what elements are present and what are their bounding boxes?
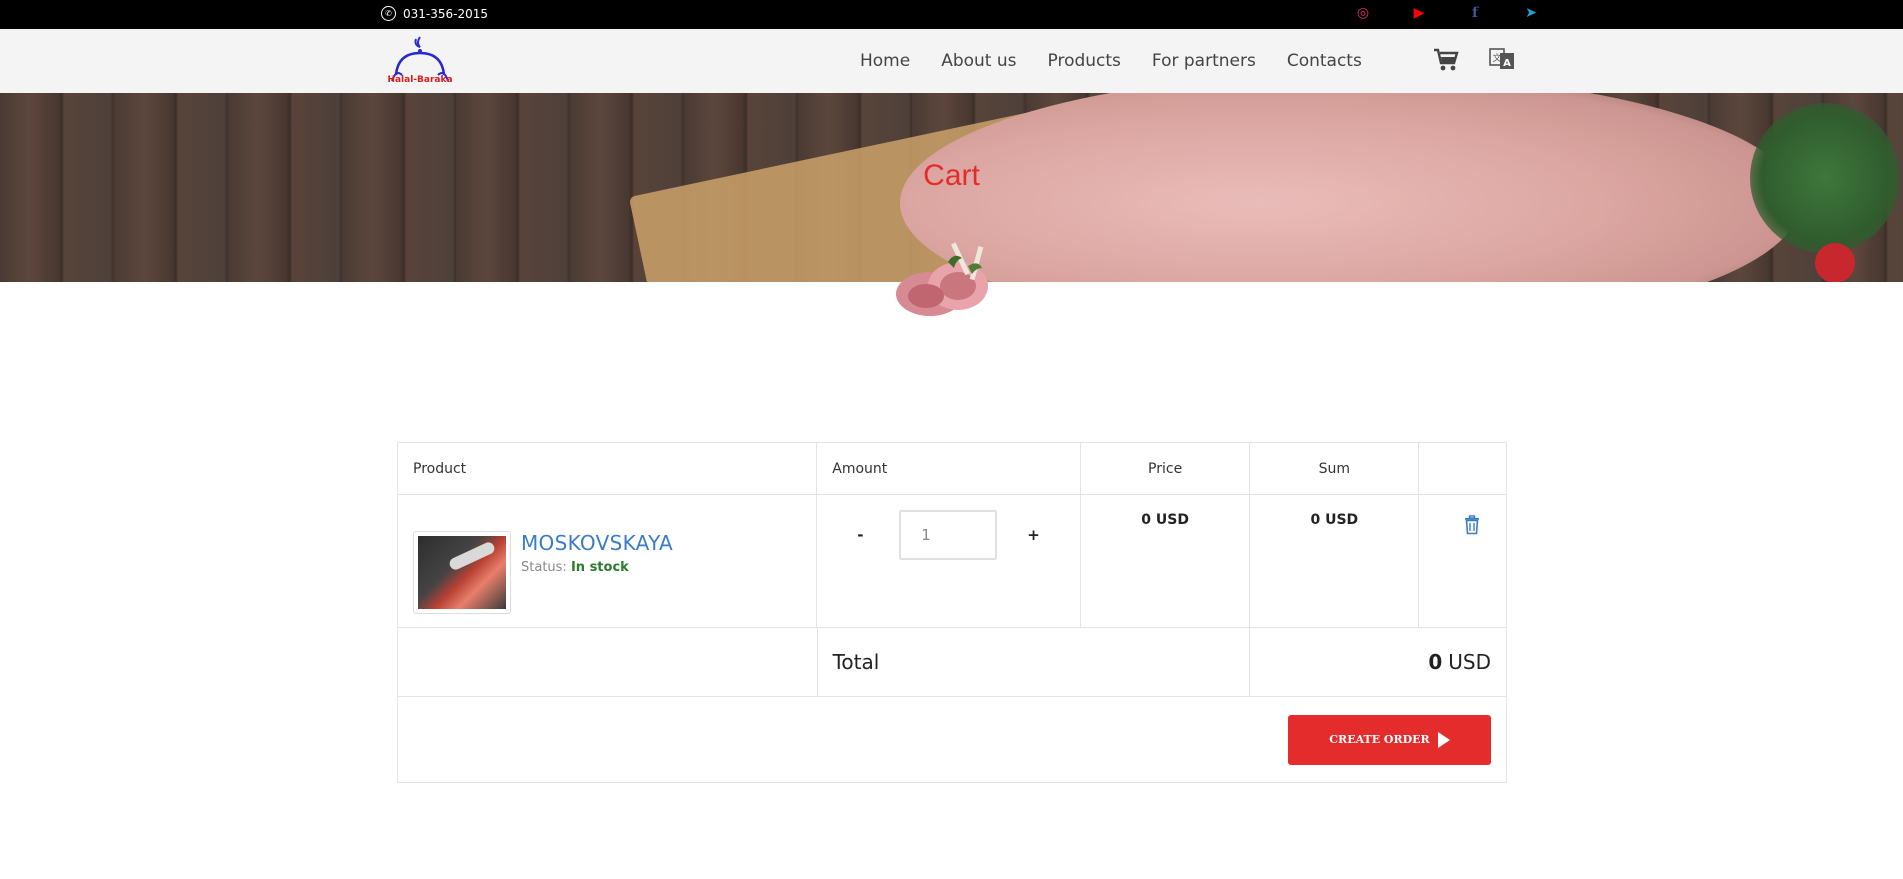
youtube-icon[interactable]: ▶ [1391, 5, 1447, 21]
status-label: Status: [521, 560, 567, 575]
nav-for-partners[interactable]: For partners [1152, 51, 1256, 71]
top-bar: ✆ 031-356-2015 ◎ ▶ f ➤ [0, 0, 1903, 29]
actions-cell [1419, 495, 1506, 627]
total-value: 0 USD [1250, 628, 1506, 696]
phone-number: 031-356-2015 [403, 6, 489, 21]
product-cell: MOSKOVSKAYA Status: In stock [398, 495, 818, 627]
amount-cell: - + [817, 495, 1081, 627]
nav-about-us[interactable]: About us [941, 51, 1016, 71]
create-order-label: CREATE ORDER [1329, 733, 1430, 746]
decrease-quantity-button[interactable]: - [857, 526, 869, 544]
product-name-link[interactable]: MOSKOVSKAYA [521, 531, 673, 555]
nav-home[interactable]: Home [860, 51, 910, 71]
header-sum: Sum [1250, 443, 1420, 494]
trash-icon[interactable] [1463, 515, 1481, 535]
halal-baraka-logo[interactable]: Halal-Baraka [388, 31, 452, 87]
quantity-input[interactable] [899, 510, 998, 560]
phone-icon: ✆ [381, 6, 396, 21]
svg-text:文: 文 [1492, 52, 1501, 64]
language-icon[interactable]: 文 A [1488, 47, 1516, 73]
instagram-icon[interactable]: ◎ [1335, 5, 1391, 21]
main-navbar: Halal-Baraka Home About us Products For … [0, 29, 1903, 93]
item-price: 0 USD [1081, 495, 1251, 627]
nav-contacts[interactable]: Contacts [1287, 51, 1362, 71]
page-title: Cart [923, 159, 980, 192]
header-price: Price [1081, 443, 1251, 494]
facebook-icon[interactable]: f [1447, 5, 1503, 21]
table-row: MOSKOVSKAYA Status: In stock - + 0 USD 0… [398, 495, 1506, 628]
cart-table-header: Product Amount Price Sum [398, 443, 1506, 495]
total-label: Total [818, 628, 1251, 696]
header-actions [1419, 443, 1506, 494]
social-links: ◎ ▶ f ➤ [1335, 5, 1559, 21]
actions-row: CREATE ORDER [398, 697, 1506, 782]
product-status: Status: In stock [521, 560, 673, 575]
header-amount: Amount [817, 443, 1081, 494]
cart-icon[interactable] [1432, 47, 1460, 73]
play-icon [1437, 731, 1450, 748]
item-sum: 0 USD [1250, 495, 1420, 627]
telegram-icon[interactable]: ➤ [1503, 5, 1559, 21]
svg-text:A: A [1503, 58, 1511, 69]
total-row: Total 0 USD [398, 628, 1506, 697]
phone-contact[interactable]: ✆ 031-356-2015 [381, 6, 488, 21]
nav-menu: Home About us Products For partners Cont… [860, 51, 1393, 71]
header-product: Product [398, 443, 818, 494]
create-order-button[interactable]: CREATE ORDER [1288, 714, 1491, 765]
lamb-chop-image [896, 242, 988, 316]
nav-products[interactable]: Products [1048, 51, 1121, 71]
total-currency: USD [1448, 650, 1491, 674]
increase-quantity-button[interactable]: + [1027, 526, 1040, 544]
status-value: In stock [570, 560, 629, 575]
nav-icons: 文 A [1432, 47, 1516, 73]
logo-text: Halal-Baraka [388, 75, 452, 85]
product-thumbnail[interactable] [413, 531, 511, 614]
cart-table: Product Amount Price Sum MOSKOVSKAYA Sta… [397, 442, 1507, 783]
total-amount: 0 [1428, 650, 1443, 674]
